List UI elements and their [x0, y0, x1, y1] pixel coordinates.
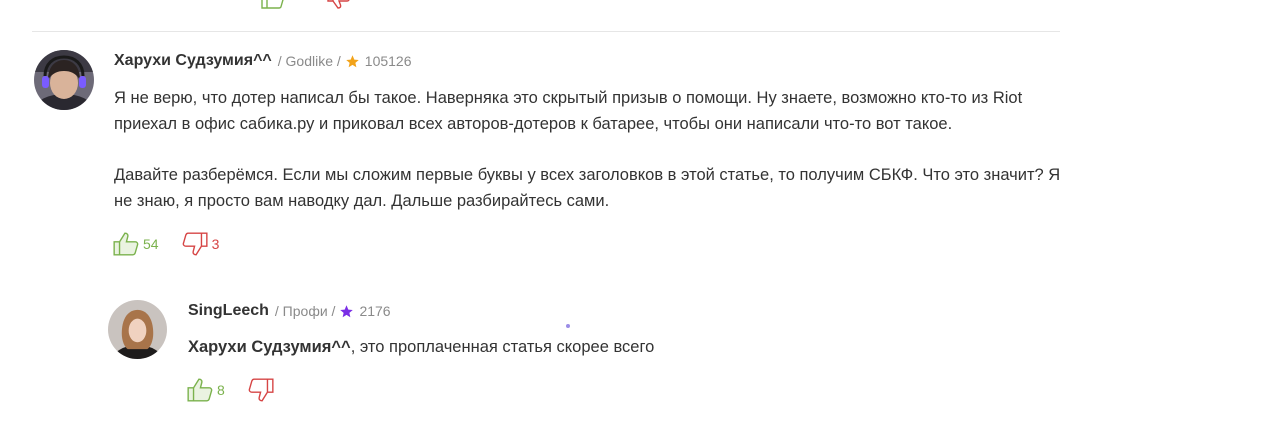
thumbs-up-icon[interactable] [260, 0, 286, 10]
dislike-button[interactable] [247, 376, 278, 404]
thumbs-up-icon [187, 378, 213, 402]
thumbs-up-icon [113, 232, 139, 256]
comment-paragraph: Я не верю, что дотер написал бы такое. Н… [114, 89, 1023, 133]
dislike-count: 3 [211, 236, 220, 252]
author-name[interactable]: Харухи Судзумия^^ [114, 52, 272, 70]
thumbs-down-icon [182, 232, 208, 256]
dislike-button[interactable]: 3 [181, 230, 220, 258]
comment-body: Харухи Судзумия^^, это проплаченная стат… [188, 334, 1028, 360]
comment-paragraph: Давайте разберёмся. Если мы сложим первы… [114, 166, 1061, 210]
like-button[interactable]: 8 [186, 376, 225, 404]
previous-comment-votes [260, 0, 352, 10]
user-rank: / Godlike / [277, 53, 341, 69]
user-rating: 105126 [364, 53, 412, 69]
thumbs-down-icon [248, 378, 274, 402]
like-count: 54 [143, 236, 159, 252]
comment-text: , это проплаченная статья скорее всего [350, 338, 655, 356]
comment-body: Я не верю, что дотер написал бы такое. Н… [114, 85, 1074, 239]
comment-votes: 8 [186, 376, 278, 404]
comment-header: Харухи Судзумия^^ / Godlike / 105126 [114, 52, 412, 70]
star-icon [340, 304, 354, 317]
cursor-dot [566, 324, 570, 328]
like-button[interactable]: 54 [112, 230, 159, 258]
avatar[interactable] [34, 50, 94, 110]
like-count: 8 [217, 382, 225, 398]
avatar[interactable] [108, 300, 167, 359]
comment-divider [32, 31, 1060, 32]
thumbs-down-icon[interactable] [326, 0, 352, 10]
mention-link[interactable]: Харухи Судзумия^^ [188, 338, 351, 356]
user-rating: 2176 [359, 303, 391, 319]
comment-header: SingLeech / Профи / 2176 [188, 302, 391, 320]
star-icon [346, 54, 359, 67]
author-name[interactable]: SingLeech [188, 302, 269, 320]
user-rank: / Профи / [274, 303, 336, 319]
comment-votes: 54 3 [112, 230, 219, 258]
